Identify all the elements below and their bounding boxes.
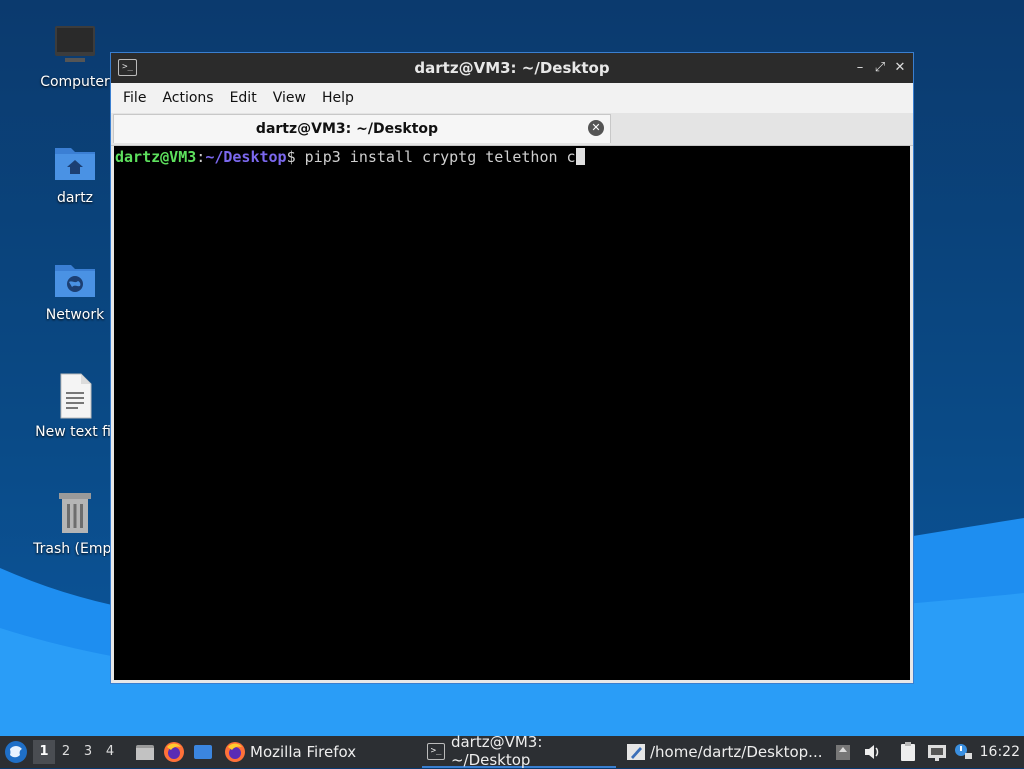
workspace-3[interactable]: 3 — [77, 740, 99, 764]
volume-icon — [865, 745, 879, 759]
tab-label: dartz@VM3: ~/Desktop — [255, 121, 439, 137]
prompt-colon: : — [196, 148, 206, 166]
tray-network[interactable] — [926, 736, 948, 768]
update-icon — [836, 745, 850, 760]
desktop-icon — [194, 745, 212, 759]
tray-updates[interactable] — [834, 736, 852, 768]
desktop-icon-label: Computer — [40, 74, 110, 90]
clock[interactable]: 16:22 — [980, 736, 1020, 768]
task-firefox[interactable]: Mozilla Firefox — [224, 736, 356, 768]
desktop-icon-label: New text fil — [35, 424, 115, 440]
task-text-editor[interactable]: /home/dartz/Desktop... — [626, 736, 823, 768]
desktop-icon-label: Trash (Empt — [33, 541, 117, 557]
terminal-icon: >_ — [427, 742, 445, 760]
start-menu-icon — [5, 741, 27, 763]
notification-icon — [955, 744, 972, 759]
tray-notifications[interactable] — [953, 736, 973, 768]
workspace-4[interactable]: 4 — [99, 740, 121, 764]
quicklaunch-show-desktop[interactable] — [192, 736, 214, 768]
taskbar: 1 2 3 4 Mozilla Firefox >_ dartz@VM3: ~/… — [0, 733, 1024, 769]
desktop-icon-label: dartz — [56, 190, 94, 206]
prompt-user: dartz@VM3 — [115, 148, 197, 166]
minimize-button[interactable]: – — [851, 59, 869, 77]
terminal-output[interactable]: dartz@VM3:~/Desktop$ pip3 install cryptg… — [114, 146, 910, 680]
clipboard-icon — [901, 742, 915, 761]
close-button[interactable]: ✕ — [891, 59, 909, 77]
network-folder-icon — [55, 265, 95, 297]
trash-icon — [59, 493, 91, 533]
tray-volume[interactable] — [862, 736, 882, 768]
tab-close-icon[interactable]: ✕ — [588, 120, 604, 136]
menu-view[interactable]: View — [265, 90, 314, 106]
menu-file[interactable]: File — [115, 90, 154, 106]
start-menu-button[interactable] — [4, 736, 28, 768]
prompt-symbol: $ — [286, 148, 296, 166]
task-label: dartz@VM3: ~/Desktop — [450, 733, 543, 769]
file-manager-icon — [136, 745, 154, 760]
menu-bar: File Actions Edit View Help — [111, 83, 913, 113]
task-terminal[interactable]: >_ dartz@VM3: ~/Desktop — [422, 733, 616, 769]
tab-terminal[interactable]: dartz@VM3: ~/Desktop ✕ — [113, 114, 611, 143]
menu-help[interactable]: Help — [314, 90, 362, 106]
menu-actions[interactable]: Actions — [154, 90, 221, 106]
task-label: Mozilla Firefox — [250, 743, 357, 761]
quicklaunch-file-manager[interactable] — [134, 736, 156, 768]
home-folder-icon — [55, 148, 95, 180]
firefox-icon — [225, 742, 245, 762]
editor-icon — [627, 744, 645, 760]
tab-bar: dartz@VM3: ~/Desktop ✕ — [111, 113, 913, 146]
window-titlebar[interactable]: >_ dartz@VM3: ~/Desktop – ⤢ ✕ — [111, 53, 913, 83]
task-label: /home/dartz/Desktop... — [650, 743, 823, 761]
workspace-2[interactable]: 2 — [55, 740, 77, 764]
computer-icon — [55, 26, 95, 62]
terminal-window: >_ dartz@VM3: ~/Desktop – ⤢ ✕ File Actio… — [110, 52, 914, 684]
text-file-icon — [60, 373, 92, 419]
workspace-switcher: 1 2 3 4 — [33, 736, 121, 768]
workspace-1[interactable]: 1 — [33, 740, 55, 764]
menu-edit[interactable]: Edit — [222, 90, 265, 106]
window-title: dartz@VM3: ~/Desktop — [414, 59, 610, 77]
tray-clipboard[interactable] — [898, 736, 918, 768]
text-cursor — [575, 148, 585, 165]
prompt-path: ~/Desktop — [205, 148, 287, 166]
desktop-icon-label: Network — [45, 307, 105, 323]
maximize-button[interactable]: ⤢ — [871, 59, 889, 77]
command-text: pip3 install cryptg telethon c — [295, 148, 576, 166]
quicklaunch-firefox[interactable] — [163, 736, 185, 768]
network-icon — [928, 745, 946, 761]
firefox-icon — [164, 742, 184, 762]
